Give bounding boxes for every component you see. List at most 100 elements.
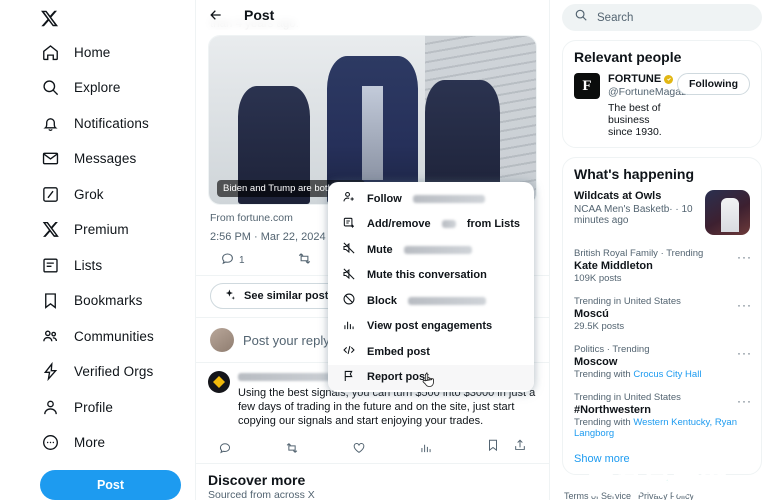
trend-item[interactable]: Politics · Trending Moscow Trending with… xyxy=(563,340,761,388)
person-display-name: FORTUNE xyxy=(608,73,662,85)
follow-person-icon xyxy=(342,190,356,207)
trend-with-link[interactable]: Crocus City Hall xyxy=(633,369,701,380)
sidebar-item-grok[interactable]: Grok xyxy=(0,176,183,211)
right-sidebar: Relevant people F FORTUNE @FortuneMagazi… xyxy=(550,0,772,500)
person-icon xyxy=(40,397,60,417)
left-sidebar-nav: Home Explore Notifications Messages Grok… xyxy=(0,0,195,500)
repost-button[interactable] xyxy=(297,251,316,269)
promoted-repost-button[interactable] xyxy=(285,441,352,455)
relevant-person-row[interactable]: F FORTUNE @FortuneMagazine The best of b… xyxy=(563,71,761,147)
redacted-username xyxy=(441,220,456,229)
bell-icon xyxy=(40,113,60,133)
menu-item-follow[interactable]: Follow xyxy=(328,186,534,212)
sparkle-icon xyxy=(223,288,237,305)
post-button[interactable]: Post xyxy=(40,470,181,500)
avatar: F xyxy=(574,73,600,99)
x-icon xyxy=(40,220,60,240)
trend-post-count: 109K posts xyxy=(574,273,622,284)
see-similar-posts-button[interactable]: See similar posts xyxy=(210,283,348,309)
menu-item-suffix: from Lists xyxy=(466,218,520,231)
promoted-post-action-bar xyxy=(196,432,549,463)
promoted-post-text: Using the best signals, you can turn $50… xyxy=(238,387,536,427)
featured-trend-thumbnail xyxy=(705,190,750,235)
menu-item-embed-post[interactable]: Embed post xyxy=(328,339,534,365)
sidebar-item-communities[interactable]: Communities xyxy=(0,318,183,353)
menu-item-mute[interactable]: Mute xyxy=(328,237,534,263)
sidebar-item-premium[interactable]: Premium xyxy=(0,212,183,247)
post-header-bar: Post xyxy=(196,0,549,30)
menu-item-view-engagements[interactable]: View post engagements xyxy=(328,314,534,340)
trend-category: Trending in United States xyxy=(574,296,681,307)
featured-trend-item[interactable]: Wildcats at Owls NCAA Men's Basketb· · 1… xyxy=(563,188,761,244)
featured-trend-title: Wildcats at Owls xyxy=(574,190,662,202)
menu-item-add-remove-lists[interactable]: Add/remove from Lists xyxy=(328,212,534,238)
sidebar-item-label: Premium xyxy=(74,222,129,238)
promoted-share-button[interactable] xyxy=(513,438,527,457)
trend-name: Moscow xyxy=(574,356,618,368)
x-logo[interactable] xyxy=(0,2,195,35)
menu-item-label: Follow xyxy=(367,192,402,205)
sidebar-item-messages[interactable]: Messages xyxy=(0,141,183,176)
page-title: Post xyxy=(244,7,275,23)
trend-category: Trending in United States xyxy=(574,392,681,403)
trend-item[interactable]: British Royal Family · Trending Kate Mid… xyxy=(563,244,761,292)
verified-badge-icon xyxy=(664,74,674,84)
search-bar[interactable] xyxy=(562,4,762,31)
trend-more-icon[interactable]: ··· xyxy=(737,298,752,312)
crypto-diamond-icon xyxy=(213,376,225,388)
promoted-views-button[interactable] xyxy=(419,441,486,455)
trend-item[interactable]: Trending in United States #Northwestern … xyxy=(563,388,761,447)
views-icon xyxy=(421,444,431,452)
bolt-icon xyxy=(40,362,60,382)
promoted-bookmark-button[interactable] xyxy=(486,438,500,457)
sidebar-item-profile[interactable]: Profile xyxy=(0,389,183,424)
trend-more-icon[interactable]: ··· xyxy=(737,250,752,264)
sidebar-item-bookmarks[interactable]: Bookmarks xyxy=(0,283,183,318)
following-button[interactable]: Following xyxy=(677,73,750,95)
menu-item-mute-conversation[interactable]: Mute this conversation xyxy=(328,263,534,289)
post-timestamp: 2:56 PM · Mar 22, 2024 xyxy=(210,231,326,243)
promoted-like-button[interactable] xyxy=(352,441,419,455)
bookmark-icon xyxy=(489,439,497,452)
sidebar-item-label: Verified Orgs xyxy=(74,364,154,380)
home-icon xyxy=(40,42,60,62)
promoted-avatar xyxy=(208,371,230,393)
sidebar-item-label: More xyxy=(74,434,106,450)
x-post-page: Home Explore Notifications Messages Grok… xyxy=(0,0,774,500)
trend-category: British Royal Family · Trending xyxy=(574,248,704,259)
whats-happening-card: What's happening Wildcats at Owls NCAA M… xyxy=(562,157,762,475)
menu-item-label: Embed post xyxy=(367,345,430,358)
promoted-reply-button[interactable] xyxy=(218,441,285,455)
post-context-menu: Follow Add/remove from Lists Mute Mute t… xyxy=(328,182,534,392)
post-photo xyxy=(209,36,536,204)
search-input[interactable] xyxy=(597,11,750,24)
sidebar-item-label: Communities xyxy=(74,328,154,344)
trend-name: #Northwestern xyxy=(574,404,652,416)
repost-icon xyxy=(286,442,298,453)
reply-button[interactable]: 1 xyxy=(220,251,245,269)
sidebar-item-lists[interactable]: Lists xyxy=(0,247,183,282)
repost-icon xyxy=(297,251,312,269)
menu-item-block[interactable]: Block xyxy=(328,288,534,314)
trend-more-icon[interactable]: ··· xyxy=(737,346,752,360)
sidebar-item-verified-orgs[interactable]: Verified Orgs xyxy=(0,354,183,389)
post-media[interactable]: Biden and Trump are both aping xyxy=(208,35,537,205)
search-icon xyxy=(40,78,60,98)
sidebar-item-more[interactable]: More xyxy=(0,425,183,460)
person-handle: @FortuneMagazine xyxy=(608,86,701,98)
trend-more-icon[interactable]: ··· xyxy=(737,394,752,408)
add-to-list-icon xyxy=(342,216,356,233)
trend-category: Politics · Trending xyxy=(574,344,650,355)
reply-input-placeholder[interactable]: Post your reply xyxy=(243,333,330,348)
trend-item[interactable]: Trending in United States Moscú 29.5K po… xyxy=(563,292,761,340)
redacted-username xyxy=(407,296,486,305)
sidebar-item-notifications[interactable]: Notifications xyxy=(0,106,183,141)
sidebar-item-home[interactable]: Home xyxy=(0,35,183,70)
featured-trend-subtitle: NCAA Men's Basketb· · 10 minutes ago xyxy=(574,204,693,226)
discover-more-title: Discover more xyxy=(208,472,306,488)
list-icon xyxy=(40,255,60,275)
trend-with-label: Trending with xyxy=(574,417,631,428)
reply-count: 1 xyxy=(239,254,245,266)
sidebar-item-explore[interactable]: Explore xyxy=(0,70,183,105)
back-arrow-icon[interactable] xyxy=(208,7,224,23)
